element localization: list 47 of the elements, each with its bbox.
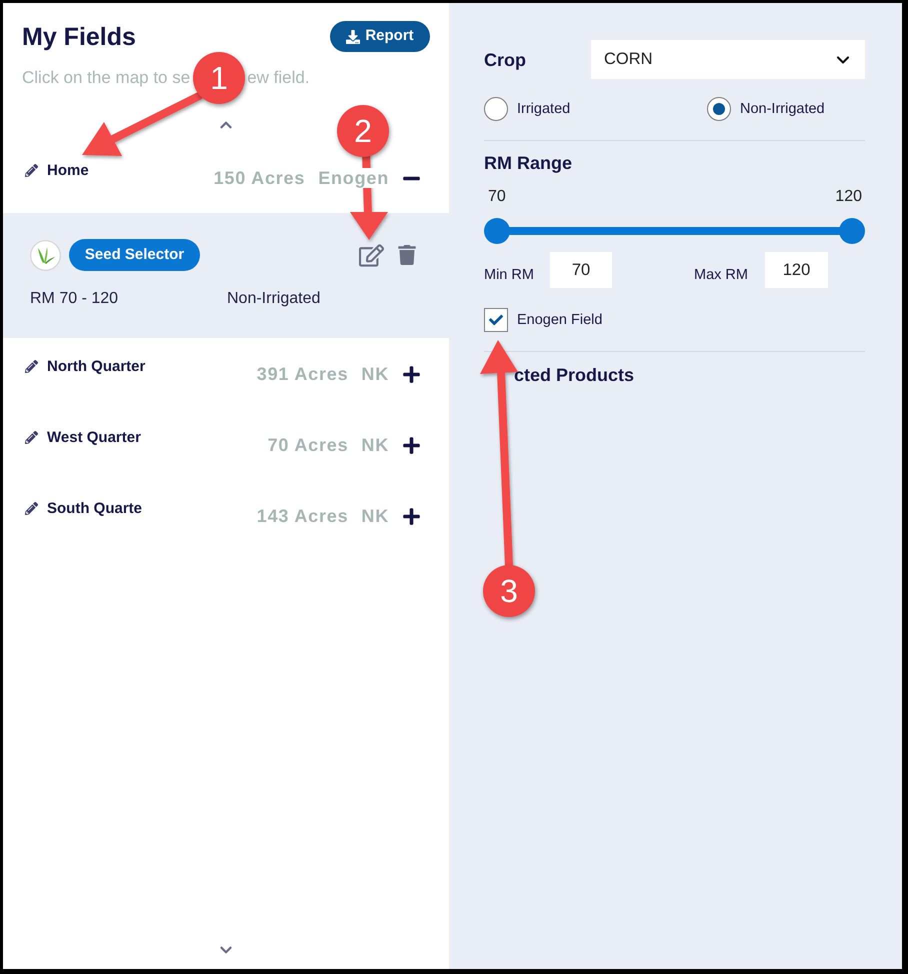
checkbox-label: Enogen Field [517,312,602,328]
pencil-icon[interactable] [25,431,38,444]
field-name[interactable]: South Quarte [47,500,142,517]
hint-text: ew field. [247,68,310,88]
seed-selector-button[interactable]: Seed Selector [69,239,200,271]
acreage-text: 391 Acres [256,364,348,384]
pencil-icon[interactable] [25,360,38,373]
brand-text: Enogen [318,168,389,188]
max-rm-input[interactable]: 120 [765,252,828,288]
radio-label: Irrigated [517,101,570,117]
rm-range-text: RM 70 - 120 [30,290,120,308]
range-slider[interactable] [484,218,865,244]
max-rm-label: Max RM [694,267,749,285]
section-title: RM Range [484,153,574,173]
pencil-icon[interactable] [25,164,38,177]
edit-icon[interactable] [359,242,384,268]
slider-thumb[interactable] [484,218,510,244]
hint-text: Click on the map to se [22,68,190,88]
download-icon [346,30,360,44]
radio-button[interactable] [484,97,508,121]
panel-title: My Fields [22,23,136,51]
checkbox[interactable] [484,308,508,332]
leaf-icon [30,240,61,270]
field-name[interactable]: Home [47,162,89,179]
radio-button[interactable] [707,97,731,121]
crop-select[interactable]: CORN [591,40,865,79]
trash-icon[interactable] [397,245,417,265]
range-max-text: 120 [835,187,862,207]
crop-label: Crop [484,50,527,70]
check-icon [489,313,503,327]
radio-label: Non-Irrigated [740,101,825,117]
plus-icon[interactable] [402,436,421,454]
acreage-text: 150 Acres [214,168,306,188]
field-name[interactable]: North Quarter [47,358,146,375]
min-rm-label: Min RM [484,267,535,285]
slider-thumb[interactable] [839,218,865,244]
irrigation-text: Non-Irrigated [227,290,320,308]
min-rm-input[interactable]: 70 [550,252,612,288]
acreage-text: 70 Acres [268,435,348,455]
acreage-text: 143 Acres [256,506,348,526]
pencil-icon[interactable] [25,502,38,515]
plus-icon[interactable] [402,364,421,384]
section-title: cted Products [514,365,636,385]
plus-icon[interactable] [402,506,421,526]
field-name[interactable]: West Quarter [47,429,141,446]
report-button[interactable]: Report [330,21,430,52]
range-min-text: 70 [488,187,506,207]
